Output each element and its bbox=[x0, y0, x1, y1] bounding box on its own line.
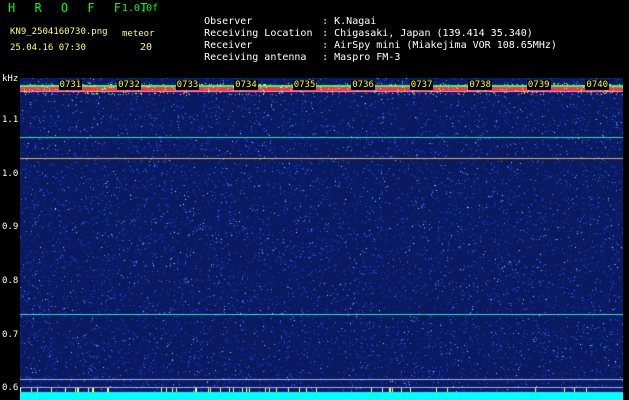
meta-key: Receiving antenna bbox=[204, 52, 307, 63]
time-tick-label: 0732 bbox=[117, 80, 141, 90]
meteor-label: meteor bbox=[122, 29, 155, 39]
y-axis: 1.1 1.0 0.9 0.8 0.7 0.6 bbox=[0, 72, 20, 400]
filename-label: KN9_2504160730.png bbox=[10, 27, 108, 37]
y-tick-label: 0.9 bbox=[2, 222, 19, 233]
time-tick-label: 0737 bbox=[409, 80, 434, 90]
spectrogram-canvas bbox=[20, 78, 623, 400]
time-tick-label: 0736 bbox=[351, 80, 375, 90]
datetime-label: 25.04.16 07:30 bbox=[10, 43, 86, 53]
time-tick-label: 0738 bbox=[468, 80, 493, 90]
time-tick-label: 0734 bbox=[234, 80, 258, 90]
time-tick-label: 0735 bbox=[292, 80, 317, 90]
meta-antenna: Receiving antenna : Maspro FM-3 bbox=[180, 40, 400, 76]
y-tick-label: 0.6 bbox=[2, 383, 19, 394]
header-panel: H R O F F T 1.0.0f KN9_2504160730.png 25… bbox=[0, 0, 629, 72]
y-tick-label: 1.0 bbox=[2, 168, 19, 179]
y-tick-label: 1.1 bbox=[2, 114, 19, 125]
time-tick-label: 0733 bbox=[175, 80, 200, 90]
y-tick-label: 0.8 bbox=[2, 275, 19, 286]
meta-value: : Maspro FM-3 bbox=[322, 52, 401, 63]
y-tick-label: 0.7 bbox=[2, 329, 19, 340]
version-label: 1.0.0f bbox=[122, 3, 159, 14]
meteor-count: 20 bbox=[140, 42, 153, 53]
time-tick-label: 0731 bbox=[58, 80, 83, 90]
time-tick-label: 0740 bbox=[585, 80, 610, 90]
time-tick-label: 0739 bbox=[526, 80, 551, 90]
